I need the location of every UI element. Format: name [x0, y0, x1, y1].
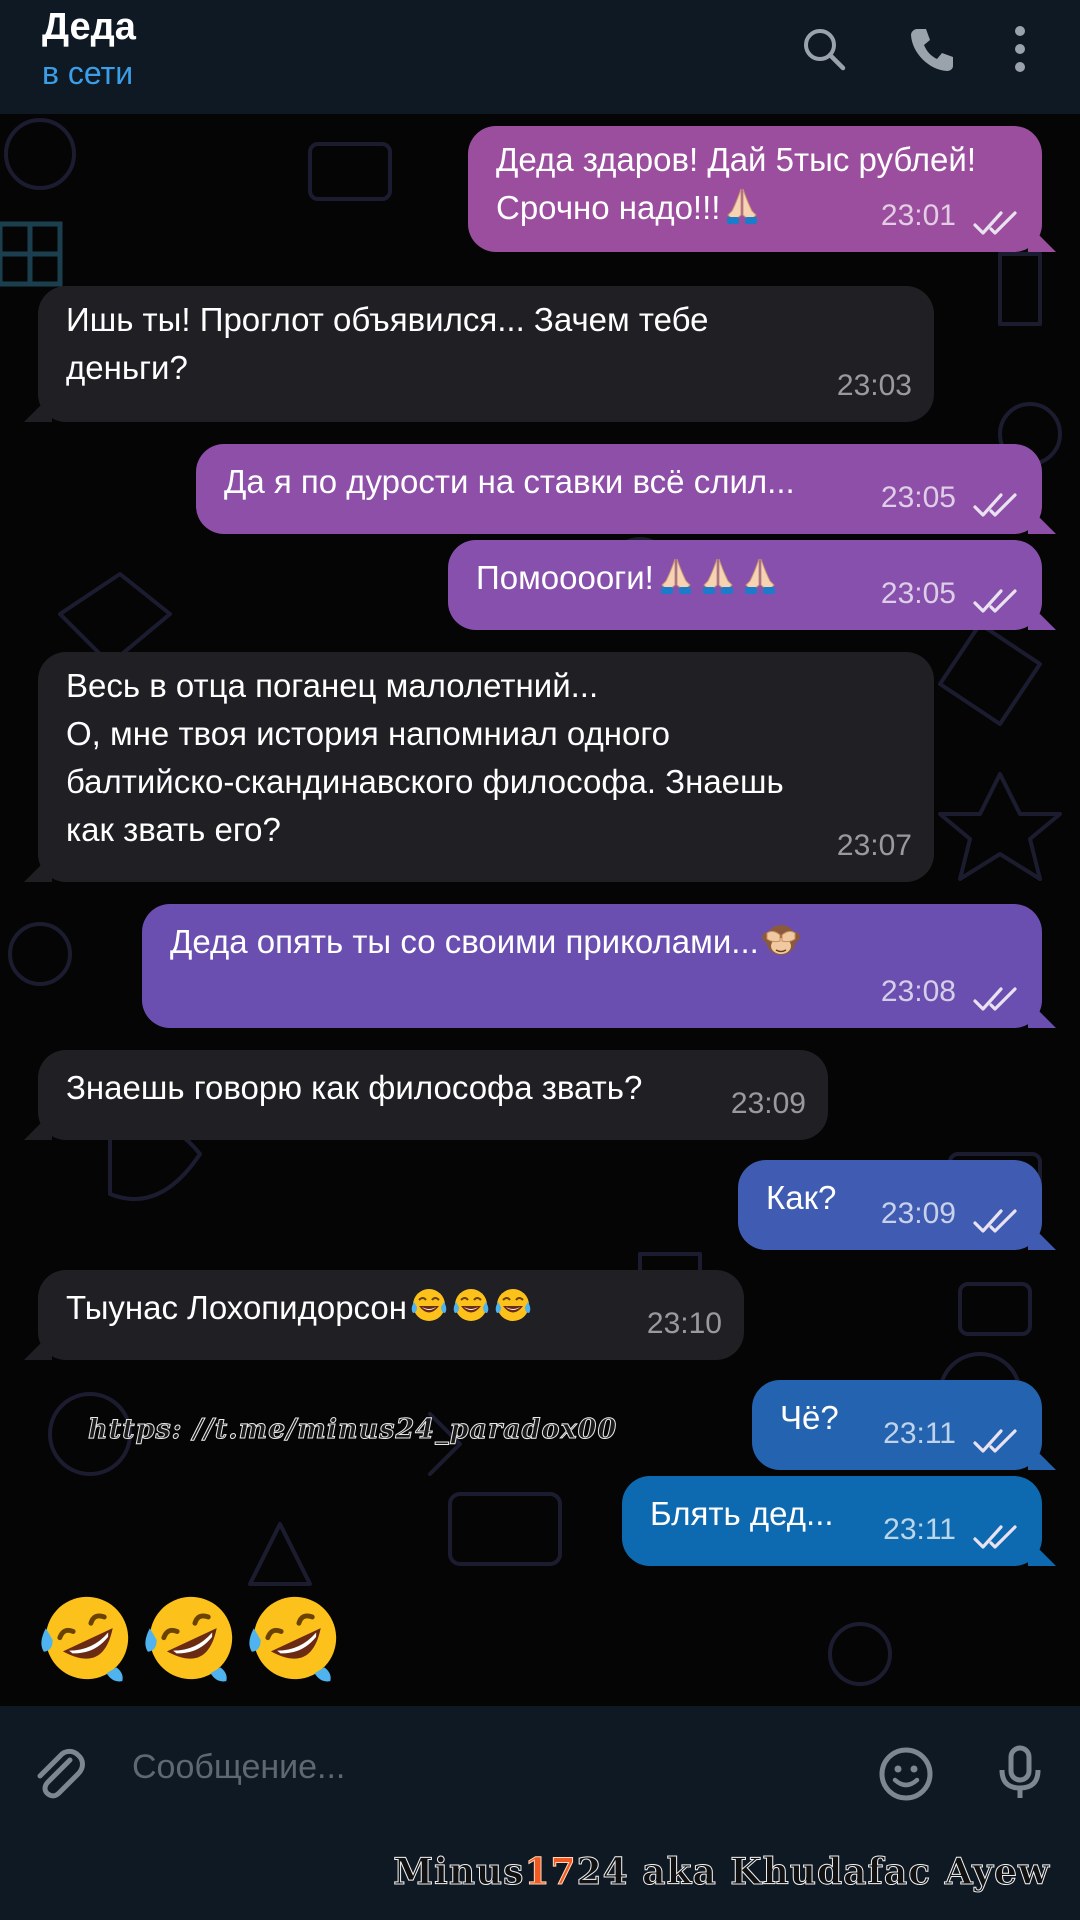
- folded-hands-emoji: [656, 555, 696, 595]
- double-check-icon: [972, 586, 1020, 616]
- message-outgoing[interactable]: Блять дед... 23:11: [622, 1476, 1042, 1566]
- message-text: Знаешь говорю как философа звать?: [66, 1069, 643, 1106]
- double-check-icon: [972, 1426, 1020, 1456]
- message-outgoing[interactable]: Как? 23:09: [738, 1160, 1042, 1250]
- author-signature: Minus1724 aka Khudafac Ayew: [393, 1851, 1050, 1894]
- message-text: Ишь ты! Проглот объявился... Зачем тебе …: [66, 301, 709, 386]
- folded-hands-emoji: [722, 185, 762, 225]
- message-time: 23:01: [880, 199, 956, 232]
- double-check-icon: [972, 984, 1020, 1014]
- message-incoming[interactable]: Знаешь говорю как философа звать? 23:09: [38, 1050, 828, 1140]
- rofl-emoji[interactable]: [142, 1589, 240, 1687]
- message-time: 23:07: [836, 829, 912, 862]
- double-check-icon: [972, 1206, 1020, 1236]
- message-outgoing[interactable]: Деда опять ты со своими приколами... 23:…: [142, 904, 1042, 1028]
- message-text: Блять дед...: [650, 1495, 834, 1532]
- message-input[interactable]: Сообщение...: [132, 1748, 345, 1787]
- message-time: 23:05: [880, 481, 956, 514]
- message-incoming[interactable]: Весь в отца поганец малолетний... О, мне…: [38, 652, 934, 882]
- phone-icon[interactable]: [902, 20, 962, 80]
- emoji-icon[interactable]: [874, 1742, 938, 1806]
- message-outgoing[interactable]: Помооооги! 23:05: [448, 540, 1042, 630]
- folded-hands-emoji: [698, 555, 738, 595]
- see-no-evil-monkey-emoji: [761, 919, 801, 959]
- double-check-icon: [972, 490, 1020, 520]
- rofl-emoji[interactable]: [246, 1589, 344, 1687]
- message-time: 23:09: [880, 1197, 956, 1230]
- message-time: 23:11: [883, 1417, 956, 1450]
- message-time: 23:08: [880, 975, 956, 1008]
- message-time: 23:09: [730, 1087, 806, 1120]
- tears-of-joy-emoji: [493, 1285, 533, 1325]
- message-time: 23:11: [883, 1513, 956, 1546]
- search-icon[interactable]: [795, 20, 855, 80]
- contact-status: в сети: [42, 55, 134, 91]
- chat-area[interactable]: Деда здаров! Дай 5тыс рублей! Срочно над…: [0, 114, 1080, 1706]
- message-outgoing[interactable]: Да я по дурости на ставки всё слил... 23…: [196, 444, 1042, 534]
- contact-name[interactable]: Деда: [42, 6, 136, 49]
- tears-of-joy-emoji: [451, 1285, 491, 1325]
- message-incoming[interactable]: Тыунас Лохопидорсон 23:10: [38, 1270, 744, 1360]
- attach-icon[interactable]: [26, 1742, 90, 1806]
- double-check-icon: [972, 1522, 1020, 1552]
- chat-header: Деда в сети: [0, 0, 1080, 114]
- microphone-icon[interactable]: [988, 1740, 1052, 1804]
- double-check-icon: [972, 208, 1020, 238]
- message-outgoing[interactable]: Чё? 23:11: [752, 1380, 1042, 1470]
- message-composer: Сообщение... Minus1724 aka Khudafac Ayew: [0, 1706, 1080, 1920]
- message-time: 23:05: [880, 577, 956, 610]
- message-text: Деда опять ты со своими приколами...: [170, 904, 1014, 966]
- message-outgoing[interactable]: Деда здаров! Дай 5тыс рублей! Срочно над…: [468, 126, 1042, 252]
- message-time: 23:03: [836, 369, 912, 402]
- more-vert-icon[interactable]: [1000, 20, 1060, 80]
- message-incoming[interactable]: Ишь ты! Проглот объявился... Зачем тебе …: [38, 286, 934, 422]
- tears-of-joy-emoji: [409, 1285, 449, 1325]
- folded-hands-emoji: [740, 555, 780, 595]
- rofl-emoji[interactable]: [38, 1589, 136, 1687]
- message-text: Тыунас Лохопидорсон: [66, 1270, 716, 1332]
- watermark-link: https: //t.me/minus24_paradox00: [87, 1414, 618, 1446]
- message-text: Весь в отца поганец малолетний... О, мне…: [66, 667, 784, 848]
- message-time: 23:10: [646, 1307, 722, 1340]
